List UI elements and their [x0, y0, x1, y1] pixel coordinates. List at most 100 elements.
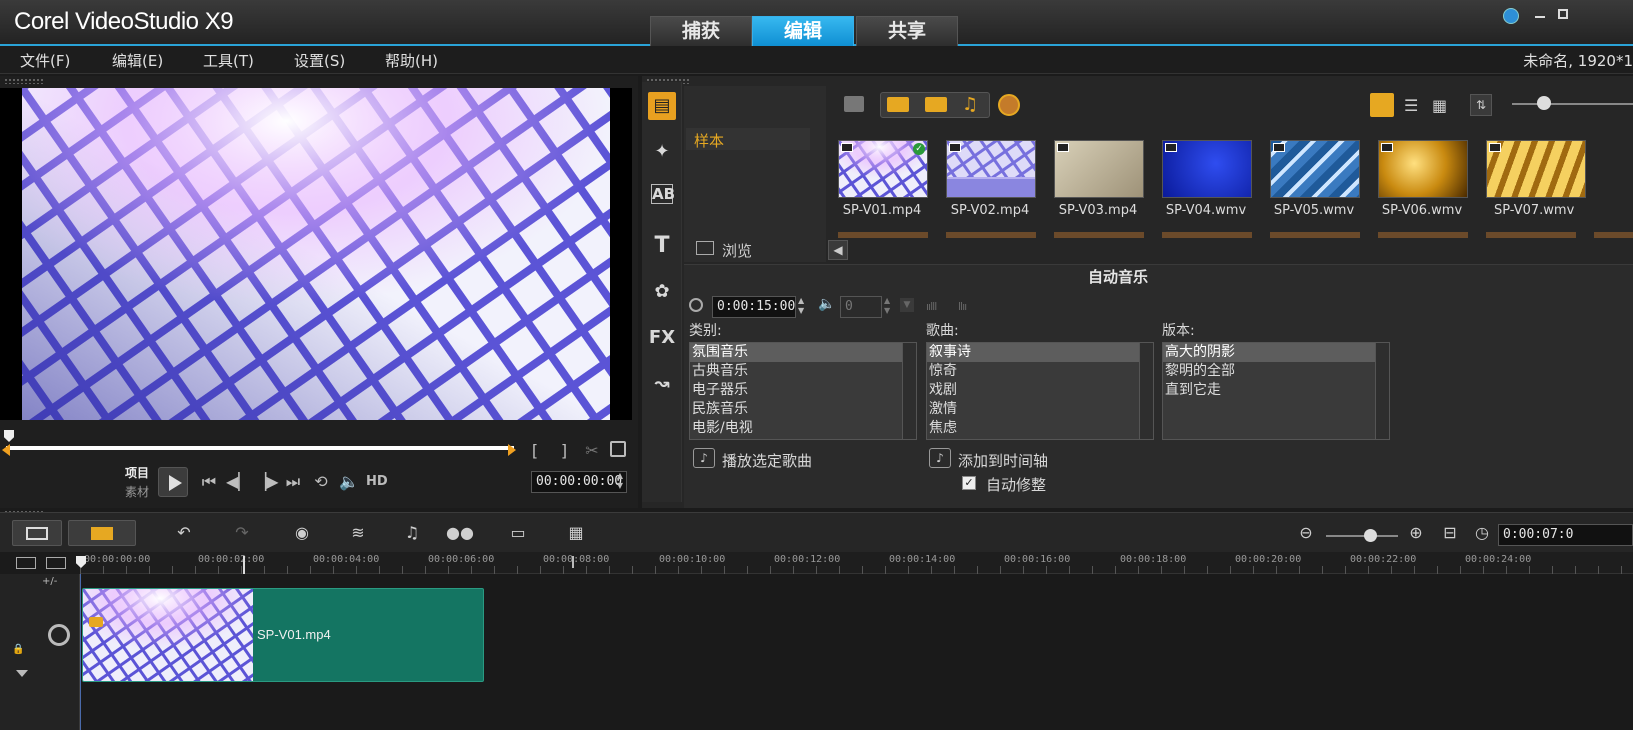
list-item[interactable]: 直到它走	[1163, 381, 1389, 400]
audio-filter-icon[interactable]: ♫	[962, 94, 978, 115]
track-expand-icon[interactable]	[16, 670, 28, 677]
thumbnail-view-icon[interactable]: ▦	[1432, 96, 1447, 115]
auto-trim-checkbox[interactable]: ✓	[962, 476, 976, 490]
add-to-timeline-icon[interactable]: ♪	[929, 448, 951, 468]
fx-filter-icon[interactable]: FX	[648, 324, 676, 352]
song-list[interactable]: 叙事诗 惊奇 戏剧 激情 焦虑	[926, 342, 1154, 440]
fit-project-icon[interactable]: ⊟	[1436, 522, 1464, 544]
open-folder-icon[interactable]	[844, 96, 864, 112]
volume-stepper[interactable]: ▲ ▼	[884, 296, 894, 316]
preview-timecode[interactable]: 00:00:00:00	[531, 471, 628, 493]
track-manager-icon[interactable]	[16, 557, 36, 569]
list-item[interactable]: 古典音乐	[690, 362, 916, 381]
thumb-sp-v07[interactable]	[1486, 140, 1586, 198]
tab-capture[interactable]: 捕获	[650, 16, 752, 46]
volume-dropdown[interactable]: ▼	[900, 298, 914, 312]
undo-icon[interactable]: ↶	[170, 522, 198, 544]
browse-button[interactable]: 浏览	[722, 240, 752, 261]
graphics-icon[interactable]: ✿	[648, 278, 676, 306]
multi-camera-icon[interactable]: ▦	[562, 522, 590, 544]
menu-tools[interactable]: 工具(T)	[203, 50, 254, 71]
instant-project-icon[interactable]: ✦	[648, 138, 676, 166]
thumb-sp-v03[interactable]	[1054, 140, 1144, 198]
auto-music-icon[interactable]: ♫	[398, 522, 426, 544]
duration-stepper[interactable]: ▲ ▼	[798, 296, 808, 316]
thumbnail-size-knob[interactable]	[1537, 96, 1551, 110]
duration-input[interactable]: 0:00:15:00	[712, 296, 796, 318]
version-list[interactable]: 高大的阴影 黎明的全部 直到它走	[1162, 342, 1390, 440]
mark-in-button[interactable]: [	[528, 440, 542, 462]
hd-toggle[interactable]: HD	[366, 474, 388, 489]
song-scrollbar[interactable]	[1139, 343, 1153, 439]
split-scissors-icon[interactable]: ✂	[582, 440, 602, 462]
play-song-icon[interactable]: ♪	[693, 448, 715, 468]
track-lock-icon[interactable]: 🔒	[12, 644, 34, 658]
list-item[interactable]: 激情	[927, 400, 1153, 419]
menu-settings[interactable]: 设置(S)	[294, 50, 345, 71]
path-motion-icon[interactable]: ↝	[648, 370, 676, 398]
help-globe-icon[interactable]	[1503, 8, 1519, 24]
version-scrollbar[interactable]	[1375, 343, 1389, 439]
home-button[interactable]: ⏮	[198, 471, 220, 493]
list-item[interactable]: 电影/电视	[690, 419, 916, 438]
timeline-clip-sp-v01[interactable]: SP-V01.mp4	[82, 588, 484, 682]
folder-item-samples[interactable]: 样本	[686, 128, 810, 150]
triple-scoop-icon[interactable]	[998, 94, 1020, 116]
add-to-timeline-button[interactable]: 添加到时间轴	[958, 450, 1048, 471]
video-filter-icon[interactable]	[887, 97, 909, 112]
category-scrollbar[interactable]	[902, 343, 916, 439]
thumb-sp-v04[interactable]	[1162, 140, 1252, 198]
timecode-stepper[interactable]: ▲ ▼	[614, 471, 626, 491]
volume-icon[interactable]: 🔈	[338, 471, 360, 493]
add-remove-chapter-icon[interactable]	[46, 557, 66, 569]
repeat-icon[interactable]: ⟲	[310, 471, 332, 493]
play-button[interactable]	[158, 467, 188, 497]
mode-project-label[interactable]: 项目	[125, 464, 149, 481]
menu-edit[interactable]: 编辑(E)	[112, 50, 163, 71]
tab-edit[interactable]: 编辑	[752, 16, 854, 46]
previous-frame-button[interactable]: ◀▏	[226, 471, 251, 493]
menu-file[interactable]: 文件(F)	[20, 50, 70, 71]
list-view-strip-icon[interactable]	[1370, 93, 1394, 117]
tab-share[interactable]: 共享	[856, 16, 958, 46]
sort-icon[interactable]: ⇅	[1470, 94, 1492, 116]
add-remove-track-button[interactable]: +/-	[42, 576, 57, 587]
title-t-icon[interactable]: T	[648, 232, 676, 260]
thumbnail-size-slider[interactable]	[1512, 103, 1633, 105]
list-item[interactable]: 高大的阴影	[1163, 343, 1389, 362]
subtitle-editor-icon[interactable]: ▭	[504, 522, 532, 544]
list-item[interactable]: 电子器乐	[690, 381, 916, 400]
mode-clip-label[interactable]: 素材	[125, 483, 149, 500]
list-view-icon[interactable]: ☰	[1404, 96, 1418, 115]
thumb-sp-v02[interactable]	[946, 140, 1036, 198]
transition-ab-icon[interactable]: AB	[651, 184, 675, 204]
trim-bar[interactable]	[6, 446, 514, 450]
list-item[interactable]: 民族音乐	[690, 400, 916, 419]
restore-icon[interactable]	[1558, 9, 1568, 19]
next-frame-button[interactable]: ▕▶	[254, 471, 279, 493]
zoom-in-icon[interactable]: ⊕	[1402, 522, 1430, 544]
zoom-knob[interactable]	[1364, 529, 1377, 542]
list-item[interactable]: 黎明的全部	[1163, 362, 1389, 381]
enlarge-preview-icon[interactable]	[610, 441, 626, 457]
timeline-view-button[interactable]	[68, 520, 136, 546]
fade-out-icon[interactable]: llıı	[958, 300, 967, 313]
storyboard-view-button[interactable]	[12, 520, 62, 546]
thumb-sp-v06[interactable]	[1378, 140, 1468, 198]
menu-help[interactable]: 帮助(H)	[385, 50, 438, 71]
photo-filter-icon[interactable]	[925, 97, 947, 112]
list-item[interactable]: 惊奇	[927, 362, 1153, 381]
list-item[interactable]: 焦虑	[927, 419, 1153, 438]
end-button[interactable]: ⏭	[282, 471, 304, 493]
music-volume-input[interactable]: 0	[840, 296, 882, 318]
thumb-sp-v05[interactable]	[1270, 140, 1360, 198]
list-item[interactable]: 氛围音乐	[690, 343, 916, 362]
zoom-slider[interactable]	[1326, 535, 1398, 537]
motion-tracking-icon[interactable]: ●●	[446, 522, 474, 544]
media-library-icon[interactable]: ▤	[648, 92, 676, 120]
mark-out-button[interactable]: ]	[557, 440, 571, 462]
category-list[interactable]: 氛围音乐 古典音乐 电子器乐 民族音乐 电影/电视	[689, 342, 917, 440]
list-item[interactable]: 叙事诗	[927, 343, 1153, 362]
play-selected-song-button[interactable]: 播放选定歌曲	[722, 450, 812, 471]
fade-in-icon[interactable]: ıılll	[926, 300, 937, 313]
